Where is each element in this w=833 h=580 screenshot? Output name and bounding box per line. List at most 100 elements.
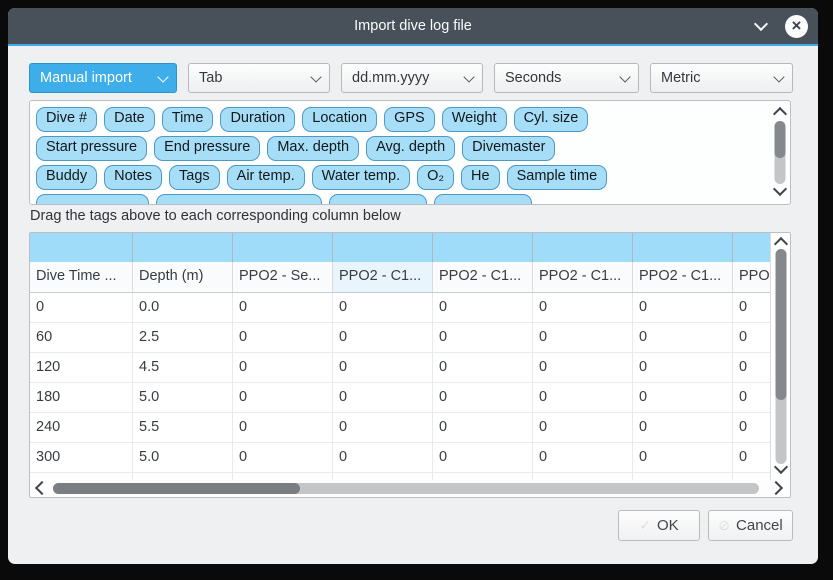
- table-cell: 240: [30, 413, 133, 443]
- column-drop-cell[interactable]: [433, 233, 533, 262]
- column-drop-cell[interactable]: [333, 233, 433, 262]
- column-drop-cell[interactable]: [533, 233, 633, 262]
- tag[interactable]: He: [461, 165, 500, 190]
- table-cell: 0: [433, 323, 533, 353]
- tag[interactable]: [434, 194, 532, 205]
- chevron-down-icon: [774, 460, 788, 474]
- tag[interactable]: Sample time: [507, 165, 608, 190]
- column-header: PPO2 - C1...: [633, 262, 733, 292]
- window-title: Import dive log file: [354, 18, 472, 34]
- combo-value: Manual import: [40, 70, 151, 86]
- column-header: PPO2 - C1...: [733, 262, 770, 292]
- table-cell: 4.5: [133, 353, 233, 383]
- shade-button[interactable]: [752, 17, 770, 35]
- table-cell: 0: [233, 413, 333, 443]
- table-cell: 0: [733, 443, 770, 473]
- table-cell: 0: [233, 443, 333, 473]
- table-cell: 0: [433, 293, 533, 323]
- tags-scrollbar[interactable]: [773, 106, 787, 199]
- table-cell: 0: [533, 383, 633, 413]
- tag[interactable]: Tags: [169, 165, 220, 190]
- tag[interactable]: End pressure: [154, 136, 260, 161]
- tag[interactable]: Start pressure: [36, 136, 147, 161]
- tag[interactable]: Cyl. size: [514, 107, 589, 132]
- tag[interactable]: Weight: [442, 107, 507, 132]
- scrollbar-thumb[interactable]: [53, 483, 300, 494]
- tag-row-clipped: [36, 194, 768, 205]
- date-format-select[interactable]: dd.mm.yyyy: [341, 63, 483, 93]
- scrollbar-track[interactable]: [776, 249, 787, 464]
- tag[interactable]: [156, 194, 322, 205]
- table-cell: [433, 473, 533, 480]
- tag[interactable]: [329, 194, 427, 205]
- table-row: 1204.5000000: [30, 353, 770, 383]
- table-cell: 0: [233, 293, 333, 323]
- chevron-right-icon: [769, 480, 783, 494]
- table-cell: 0: [333, 443, 433, 473]
- table-cell: 300: [30, 443, 133, 473]
- scroll-left-button[interactable]: [37, 480, 47, 498]
- time-format-select[interactable]: Seconds: [494, 63, 639, 93]
- tag[interactable]: GPS: [384, 107, 435, 132]
- table-cell: 0: [233, 353, 333, 383]
- tag[interactable]: [36, 194, 149, 205]
- column-drop-cell[interactable]: [733, 233, 770, 262]
- table-cell: 0: [733, 323, 770, 353]
- combo-value: dd.mm.yyyy: [352, 70, 457, 86]
- tag[interactable]: Air temp.: [227, 165, 305, 190]
- column-drop-cell[interactable]: [30, 233, 133, 262]
- table-cell: 0: [633, 293, 733, 323]
- table-cell: [633, 473, 733, 480]
- instruction-label: Drag the tags above to each correspondin…: [30, 208, 401, 224]
- column-drop-cell[interactable]: [633, 233, 733, 262]
- scrollbar-thumb[interactable]: [775, 121, 786, 158]
- cancel-button[interactable]: ⊘ Cancel: [708, 510, 793, 541]
- scroll-right-button[interactable]: [771, 480, 781, 498]
- column-drop-cell[interactable]: [233, 233, 333, 262]
- tag[interactable]: Water temp.: [312, 165, 410, 190]
- chevron-down-icon: [463, 71, 474, 82]
- combo-value: Tab: [199, 70, 304, 86]
- table-vertical-scrollbar[interactable]: [770, 233, 791, 480]
- tag[interactable]: Dive #: [36, 107, 97, 132]
- tag[interactable]: Divemaster: [462, 136, 555, 161]
- tag[interactable]: Date: [104, 107, 155, 132]
- ok-button[interactable]: ✓ OK: [618, 510, 700, 541]
- combo-value: Seconds: [505, 70, 613, 86]
- combo-value: Metric: [661, 70, 767, 86]
- scrollbar-thumb[interactable]: [776, 249, 787, 400]
- units-select[interactable]: Metric: [650, 63, 793, 93]
- column-drop-cell[interactable]: [133, 233, 233, 262]
- import-dialog-window: Import dive log file × Manual import Tab d…: [8, 8, 818, 564]
- tag-row: Buddy Notes Tags Air temp. Water temp. O₂ He Sa…: [36, 165, 768, 190]
- field-separator-select[interactable]: Tab: [188, 63, 330, 93]
- scroll-down-button[interactable]: [776, 459, 786, 477]
- scrollbar-track[interactable]: [775, 121, 786, 184]
- table-cell: 2.5: [133, 323, 233, 353]
- tag[interactable]: Notes: [104, 165, 162, 190]
- import-options-toolbar: Manual import Tab dd.mm.yyyy Seconds Metric: [29, 63, 793, 93]
- scrollbar-track[interactable]: [53, 483, 759, 494]
- table-cell: 0: [633, 443, 733, 473]
- table-cell: 0: [333, 323, 433, 353]
- table-row: 602.5000000: [30, 323, 770, 353]
- tag[interactable]: Avg. depth: [366, 136, 455, 161]
- chevron-down-icon: [773, 182, 787, 196]
- table-cell: 60: [30, 323, 133, 353]
- tag[interactable]: O₂: [417, 165, 454, 190]
- table-cell: 0: [633, 383, 733, 413]
- tag[interactable]: Max. depth: [267, 136, 359, 161]
- table-row: 2405.5000000: [30, 413, 770, 443]
- scroll-down-button[interactable]: [775, 181, 785, 199]
- column-header: Depth (m): [133, 262, 233, 292]
- table-cell: [133, 473, 233, 480]
- import-mode-select[interactable]: Manual import: [29, 63, 177, 93]
- tag[interactable]: Time: [162, 107, 214, 132]
- dialog-button-row: ✓ OK ⊘ Cancel: [618, 510, 793, 541]
- tag[interactable]: Duration: [220, 107, 295, 132]
- table-horizontal-scrollbar[interactable]: [30, 480, 790, 497]
- cancel-button-label: Cancel: [736, 517, 783, 534]
- tag[interactable]: Location: [302, 107, 377, 132]
- tag[interactable]: Buddy: [36, 165, 97, 190]
- close-button[interactable]: ×: [785, 15, 808, 38]
